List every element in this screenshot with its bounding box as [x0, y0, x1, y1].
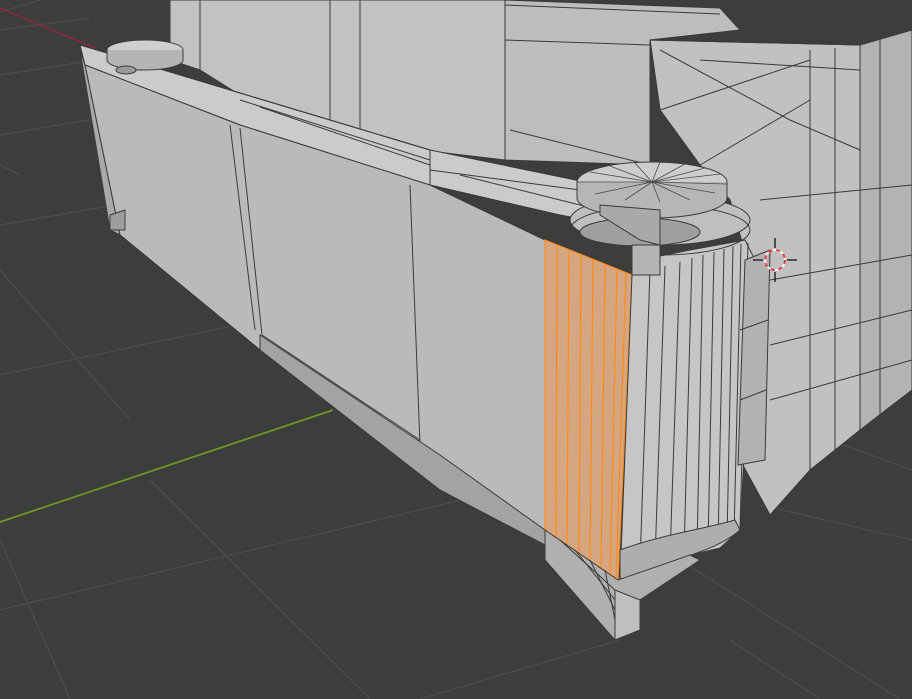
- mesh-hinge-cylinder: [619, 239, 756, 581]
- viewport-canvas[interactable]: [0, 0, 912, 699]
- selected-face-strip[interactable]: [544, 239, 633, 582]
- 3d-viewport[interactable]: [0, 0, 912, 699]
